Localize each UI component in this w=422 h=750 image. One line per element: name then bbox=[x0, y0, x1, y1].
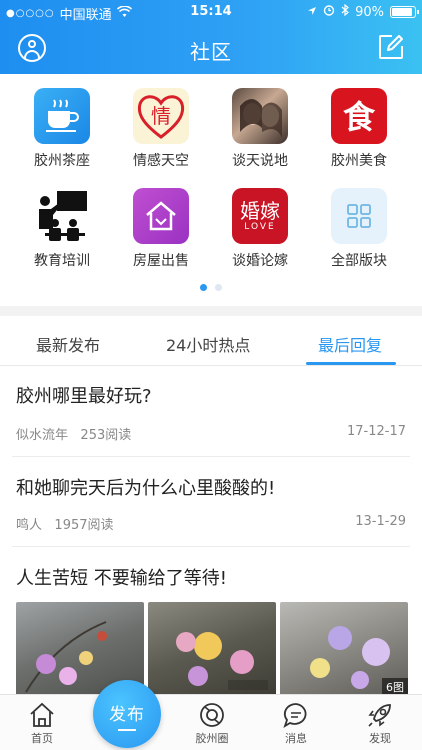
nav-home[interactable]: 首页 bbox=[0, 695, 84, 750]
page-dot-active bbox=[200, 284, 207, 291]
nav-circle[interactable]: 胶州圈 bbox=[170, 695, 254, 750]
rocket-icon bbox=[366, 701, 394, 729]
list-item[interactable]: 胶州哪里最好玩? 似水流年 253阅读 17-12-17 bbox=[0, 382, 422, 457]
nav-label: 消息 bbox=[285, 732, 307, 745]
tab-indicator bbox=[306, 362, 396, 365]
category-chat[interactable]: 谈天说地 bbox=[210, 88, 310, 170]
wedding-love-icon: 婚嫁 LOVE bbox=[232, 188, 288, 244]
bluetooth-icon bbox=[341, 3, 350, 20]
category-label: 情感天空 bbox=[133, 153, 189, 169]
chat-photo-icon bbox=[232, 88, 288, 144]
camera-circle-icon bbox=[198, 701, 226, 729]
nav-label: 胶州圈 bbox=[195, 732, 229, 745]
status-bar: ●○○○○ 中国联通 15:14 90% bbox=[0, 0, 422, 24]
category-emotion[interactable]: 情 情感天空 bbox=[111, 88, 211, 170]
category-tea[interactable]: 胶州茶座 bbox=[12, 88, 112, 170]
publish-bar-icon bbox=[118, 729, 136, 731]
compose-button[interactable] bbox=[378, 34, 404, 60]
category-education[interactable]: 教育培训 bbox=[12, 188, 112, 270]
post-image[interactable]: 6图 bbox=[280, 602, 408, 696]
food-shi-icon: 食 bbox=[331, 88, 387, 144]
classroom-icon bbox=[34, 188, 90, 244]
post-reads: 1957阅读 bbox=[54, 518, 114, 533]
alarm-icon bbox=[323, 4, 335, 20]
post-reads: 253阅读 bbox=[80, 428, 132, 443]
page-indicator[interactable] bbox=[0, 284, 422, 291]
category-grid: 胶州茶座 情 情感天空 谈天说地 食 胶州美食 教育培训 房屋出售 婚嫁 LOV… bbox=[0, 74, 422, 306]
home-icon bbox=[28, 701, 56, 729]
category-label: 胶州美食 bbox=[331, 153, 387, 169]
tab-24h-hot[interactable]: 24小时热点 bbox=[166, 332, 250, 356]
teacup-icon bbox=[34, 88, 90, 144]
category-label: 全部版块 bbox=[331, 253, 387, 269]
nav-label: 首页 bbox=[31, 732, 53, 745]
section-divider bbox=[0, 306, 422, 316]
feed-tabs: 最新发布 24小时热点 最后回复 bbox=[0, 316, 422, 366]
grid-icon bbox=[331, 188, 387, 244]
post-author: 鸣人 bbox=[16, 518, 43, 533]
list-item[interactable]: 人生苦短 不要输给了等待! bbox=[0, 564, 422, 594]
category-label: 胶州茶座 bbox=[34, 153, 90, 169]
publish-button[interactable]: 发布 bbox=[93, 680, 161, 748]
category-label: 教育培训 bbox=[34, 253, 90, 269]
heart-qing-icon: 情 bbox=[133, 88, 189, 144]
category-all[interactable]: 全部版块 bbox=[309, 188, 409, 270]
row-divider bbox=[12, 456, 410, 457]
page-title: 社区 bbox=[190, 40, 232, 64]
category-wedding[interactable]: 婚嫁 LOVE 谈婚论嫁 bbox=[210, 188, 310, 270]
post-image-strip: 6图 bbox=[16, 602, 408, 696]
category-label: 谈婚论嫁 bbox=[232, 253, 288, 269]
post-date: 13-1-29 bbox=[355, 514, 406, 529]
bottom-tab-bar: 首页 胶州圈 消息 发现 bbox=[0, 694, 422, 750]
post-title: 胶州哪里最好玩? bbox=[16, 386, 152, 407]
battery-percent: 90% bbox=[355, 4, 384, 20]
location-icon bbox=[307, 5, 317, 20]
row-divider bbox=[12, 546, 410, 547]
post-date: 17-12-17 bbox=[346, 424, 406, 439]
message-icon bbox=[282, 701, 310, 729]
post-meta: 似水流年 253阅读 bbox=[16, 424, 131, 443]
page-dot bbox=[215, 284, 222, 291]
category-label: 房屋出售 bbox=[133, 253, 189, 269]
post-meta: 鸣人 1957阅读 bbox=[16, 514, 114, 533]
list-item[interactable]: 和她聊完天后为什么心里酸酸的! 鸣人 1957阅读 13-1-29 bbox=[0, 474, 422, 548]
battery-icon bbox=[390, 6, 419, 18]
tab-latest[interactable]: 最新发布 bbox=[36, 332, 100, 356]
house-icon bbox=[133, 188, 189, 244]
compose-icon bbox=[379, 35, 403, 59]
wedding-love-text: LOVE bbox=[244, 222, 276, 232]
wedding-glyph: 婚嫁 bbox=[240, 199, 280, 223]
nav-label: 发现 bbox=[369, 732, 391, 745]
tab-last-reply[interactable]: 最后回复 bbox=[318, 332, 382, 356]
app-header: ●○○○○ 中国联通 15:14 90% 社区 bbox=[0, 0, 422, 74]
post-image[interactable] bbox=[148, 602, 276, 696]
nav-discover[interactable]: 发现 bbox=[338, 695, 422, 750]
svg-text:食: 食 bbox=[343, 98, 376, 136]
category-house[interactable]: 房屋出售 bbox=[111, 188, 211, 270]
post-title: 人生苦短 不要输给了等待! bbox=[16, 568, 227, 589]
nav-messages[interactable]: 消息 bbox=[254, 695, 338, 750]
post-author: 似水流年 bbox=[16, 428, 69, 443]
post-title: 和她聊完天后为什么心里酸酸的! bbox=[16, 478, 276, 499]
publish-label: 发布 bbox=[109, 705, 145, 725]
svg-text:情: 情 bbox=[151, 104, 171, 128]
category-food[interactable]: 食 胶州美食 bbox=[309, 88, 409, 170]
category-label: 谈天说地 bbox=[232, 153, 288, 169]
